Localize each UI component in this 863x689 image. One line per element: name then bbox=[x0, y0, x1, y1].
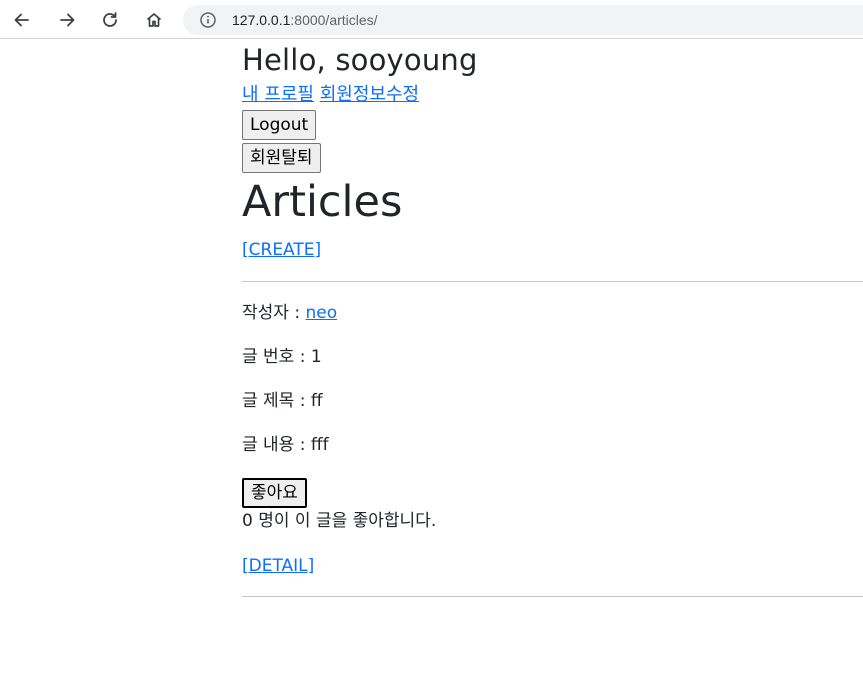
url-path: :8000/articles/ bbox=[290, 12, 378, 28]
account-links: 내 프로필 회원정보수정 bbox=[242, 83, 863, 107]
article-number: 글 번호 : 1 bbox=[242, 347, 322, 367]
divider bbox=[242, 596, 863, 597]
detail-link[interactable]: [DETAIL] bbox=[242, 555, 314, 577]
withdraw-button[interactable]: 회원탈퇴 bbox=[242, 143, 321, 173]
reload-button[interactable] bbox=[94, 4, 126, 36]
like-count-text: 0 명이 이 글을 좋아합니다. bbox=[242, 511, 437, 531]
browser-toolbar: 127.0.0.1:8000/articles/ bbox=[0, 0, 863, 39]
article-author: 작성자 : neo bbox=[242, 302, 863, 324]
back-button[interactable] bbox=[6, 4, 38, 36]
author-link[interactable]: neo bbox=[305, 303, 337, 323]
article-content: 글 내용 : fff bbox=[242, 435, 329, 455]
like-button[interactable]: 좋아요 bbox=[242, 478, 307, 508]
url-host: 127.0.0.1 bbox=[232, 12, 291, 28]
address-bar[interactable]: 127.0.0.1:8000/articles/ bbox=[183, 5, 863, 35]
edit-account-link[interactable]: 회원정보수정 bbox=[320, 84, 419, 105]
page-title: Articles bbox=[242, 177, 403, 227]
author-label: 작성자 : bbox=[242, 303, 306, 323]
page-content: Hello, sooyoung 내 프로필 회원정보수정 Logout 회원탈퇴… bbox=[242, 40, 863, 597]
greeting-heading: Hello, sooyoung bbox=[242, 43, 478, 77]
info-icon[interactable] bbox=[199, 11, 217, 29]
article-item: 작성자 : neo 글 번호 : 1 글 제목 : ff 글 내용 : fff … bbox=[242, 302, 863, 577]
create-link[interactable]: [CREATE] bbox=[242, 239, 321, 261]
divider bbox=[242, 281, 863, 282]
reload-icon bbox=[103, 12, 117, 27]
home-button[interactable] bbox=[138, 4, 170, 36]
forward-button[interactable] bbox=[51, 4, 83, 36]
arrow-left-icon bbox=[14, 13, 29, 27]
article-title: 글 제목 : ff bbox=[242, 391, 323, 411]
arrow-right-icon bbox=[60, 13, 75, 27]
profile-link[interactable]: 내 프로필 bbox=[242, 84, 314, 105]
logout-button[interactable]: Logout bbox=[242, 110, 317, 140]
home-icon bbox=[146, 13, 162, 27]
url-text[interactable]: 127.0.0.1:8000/articles/ bbox=[232, 11, 378, 29]
